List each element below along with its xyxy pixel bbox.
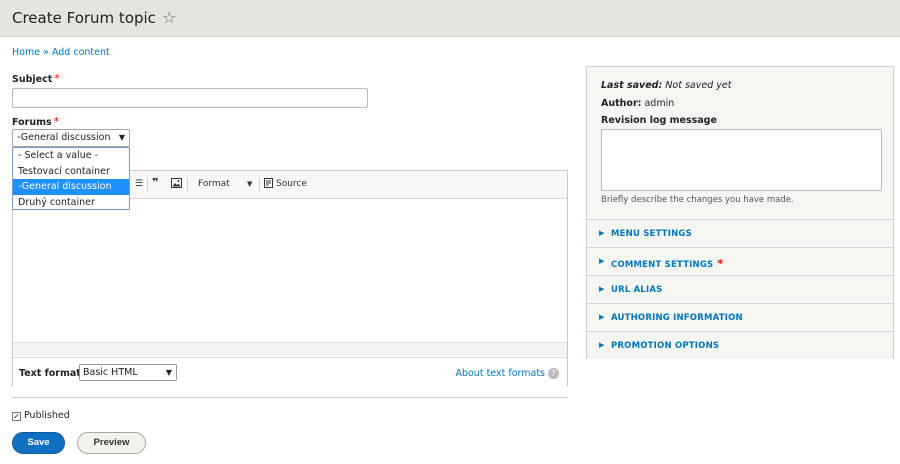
source-button[interactable]: Source — [276, 179, 307, 189]
promotion-options-section[interactable]: ▶ PROMOTION OPTIONS — [587, 331, 893, 359]
last-saved-key: Last saved: — [601, 80, 663, 91]
preview-button[interactable]: Preview — [77, 432, 146, 454]
required-marker: * — [54, 72, 60, 85]
revision-log-description: Briefly describe the changes you have ma… — [601, 195, 794, 205]
section-label: COMMENT SETTINGS * — [611, 257, 723, 270]
published-label: Published — [24, 410, 70, 421]
required-marker: * — [717, 257, 724, 270]
published-field: ✓ Published — [12, 410, 70, 421]
published-checkbox[interactable]: ✓ — [12, 412, 21, 421]
forums-option[interactable]: Testovací container — [13, 164, 129, 180]
editor-resize-bar[interactable] — [13, 342, 567, 356]
help-icon: ? — [548, 368, 559, 379]
format-dropdown-arrow-icon[interactable]: ▼ — [247, 180, 252, 188]
text-format-select[interactable]: Basic HTML ▼ — [79, 364, 177, 381]
breadcrumb-add-content-link[interactable]: Add content — [52, 47, 110, 58]
editor-content-area[interactable] — [13, 200, 567, 342]
subject-label: Subject * — [12, 72, 60, 85]
text-format-row: Text format Basic HTML ▼ About text form… — [13, 357, 567, 387]
required-marker: * — [53, 115, 60, 128]
image-icon[interactable] — [171, 178, 182, 191]
expand-triangle-icon: ▶ — [599, 313, 605, 321]
toolbar-separator — [187, 178, 188, 191]
divider — [12, 397, 568, 398]
author-value: admin — [644, 98, 675, 109]
forums-label: Forums * — [12, 115, 59, 128]
star-icon[interactable]: ☆ — [162, 8, 176, 27]
forums-option-selected[interactable]: -General discussion — [13, 179, 129, 195]
section-label: AUTHORING INFORMATION — [611, 313, 743, 323]
forums-label-text: Forums — [12, 117, 52, 128]
toolbar-separator — [147, 178, 148, 191]
text-format-label: Text format — [19, 368, 81, 379]
subject-label-text: Subject — [12, 74, 53, 85]
forums-dropdown-list: - Select a value - Testovací container -… — [12, 147, 130, 210]
forums-select[interactable]: -General discussion ▼ — [12, 129, 130, 147]
menu-settings-section[interactable]: ▶ MENU SETTINGS — [587, 219, 893, 247]
section-label: MENU SETTINGS — [611, 229, 692, 239]
blockquote-icon[interactable]: ❞ — [152, 176, 158, 189]
breadcrumb-home-link[interactable]: Home — [12, 47, 40, 58]
about-text-formats-link[interactable]: About text formats? — [455, 368, 559, 379]
comment-settings-section[interactable]: ▶ COMMENT SETTINGS * — [587, 247, 893, 275]
expand-triangle-icon: ▶ — [599, 285, 605, 293]
forums-option[interactable]: Druhý container — [13, 195, 129, 211]
subject-input[interactable] — [12, 88, 368, 108]
expand-triangle-icon: ▶ — [599, 229, 605, 237]
meta-sidebar: Last saved: Not saved yet Author: admin … — [586, 66, 894, 359]
about-text-formats-text: About text formats — [455, 368, 545, 379]
author-info: Author: admin — [601, 98, 674, 109]
breadcrumb-separator: » — [43, 47, 49, 58]
author-key: Author: — [601, 98, 642, 109]
breadcrumb: Home » Add content — [12, 47, 110, 58]
dropdown-arrow-icon: ▼ — [165, 368, 172, 377]
forums-option[interactable]: - Select a value - — [13, 148, 129, 164]
expand-triangle-icon: ▶ — [599, 257, 605, 265]
toolbar-separator — [259, 178, 260, 191]
last-saved-info: Last saved: Not saved yet — [601, 80, 731, 91]
dropdown-arrow-icon: ▼ — [118, 133, 125, 142]
source-icon[interactable] — [264, 178, 273, 191]
expand-triangle-icon: ▶ — [599, 341, 605, 349]
section-label-text: COMMENT SETTINGS — [611, 260, 714, 270]
section-label: PROMOTION OPTIONS — [611, 341, 720, 351]
save-button[interactable]: Save — [12, 432, 65, 454]
revision-log-label: Revision log message — [601, 115, 717, 126]
page-header: Create Forum topic ☆ — [0, 0, 900, 37]
text-format-value: Basic HTML — [83, 367, 138, 378]
bulleted-list-icon[interactable]: ☰ — [135, 179, 143, 189]
last-saved-value: Not saved yet — [665, 80, 732, 91]
section-label: URL ALIAS — [611, 285, 663, 295]
authoring-information-section[interactable]: ▶ AUTHORING INFORMATION — [587, 303, 893, 331]
url-alias-section[interactable]: ▶ URL ALIAS — [587, 275, 893, 303]
format-dropdown[interactable]: Format — [198, 179, 230, 189]
page-title: Create Forum topic — [12, 9, 156, 27]
revision-log-textarea[interactable] — [601, 129, 882, 191]
forums-select-value: -General discussion — [17, 132, 111, 143]
